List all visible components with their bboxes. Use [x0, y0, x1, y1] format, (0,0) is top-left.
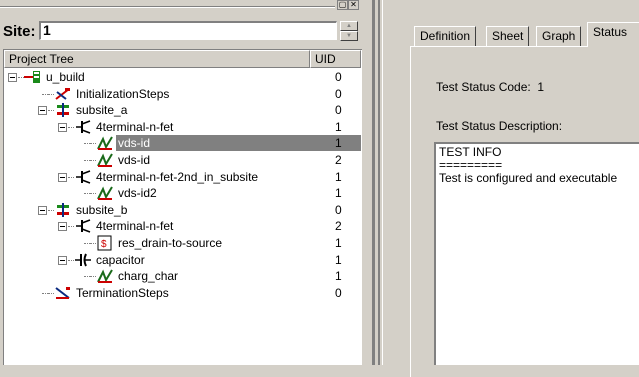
tree-row-uid: 0 [335, 286, 342, 300]
tree-row[interactable]: capacitor 1 [4, 252, 361, 269]
splitter-highlight [382, 0, 383, 365]
tree-row-label: 4terminal-n-fet [96, 219, 174, 233]
tree-row[interactable]: charg_char 1 [4, 268, 361, 285]
tree-row-label: 4terminal-n-fet-2nd_in_subsite [96, 170, 259, 184]
tree-row[interactable]: vds-id 1 [4, 135, 361, 152]
spin-up-icon[interactable]: ▲ [340, 21, 358, 31]
status-code-value: 1 [537, 80, 545, 94]
init-steps-icon [54, 86, 72, 103]
status-code: Test Status Code: 1 [436, 80, 544, 94]
collapse-toggle-icon[interactable] [38, 106, 47, 115]
tree-row[interactable]: 4terminal-n-fet 1 [4, 119, 361, 136]
site-label: Site: [3, 23, 36, 40]
collapse-toggle-icon[interactable] [58, 256, 67, 265]
status-code-label: Test Status Code: [436, 80, 531, 94]
tree-row-label: vds-id [118, 153, 151, 167]
test-icon: $ [96, 235, 114, 252]
tab-sheet[interactable]: Sheet [486, 26, 530, 46]
tree-row-label: u_build [46, 70, 85, 84]
tree-row-label: subsite_b [76, 203, 128, 217]
tree-row[interactable]: $ res_drain-to-source 1 [4, 235, 361, 252]
tree-row[interactable]: subsite_a 0 [4, 102, 361, 119]
graph-icon [96, 268, 114, 285]
tree-row-label: capacitor [96, 253, 145, 267]
graph-icon [96, 185, 114, 202]
transistor-icon [74, 119, 92, 136]
project-tree[interactable]: Project Tree UID u_build 0 InitializationS… [3, 49, 362, 365]
site-spinner[interactable]: ▲ ▼ [340, 21, 358, 41]
column-header-project-tree[interactable]: Project Tree [4, 50, 310, 68]
tree-row-uid: 1 [335, 253, 342, 267]
tree-row-label: 4terminal-n-fet [96, 120, 174, 134]
tree-row-label: subsite_a [76, 103, 128, 117]
tree-row[interactable]: InitializationSteps 0 [4, 86, 361, 103]
tree-row-label: TerminationSteps [76, 286, 169, 300]
transistor-icon [74, 169, 92, 186]
collapse-toggle-icon[interactable] [38, 206, 47, 215]
term-steps-icon [54, 285, 72, 302]
tree-row[interactable]: u_build 0 [4, 69, 361, 86]
tree-header: Project Tree UID [4, 50, 361, 68]
status-description-box[interactable]: TEST INFO ========= Test is configured a… [434, 142, 639, 365]
maximize-icon[interactable]: ▢ [337, 0, 348, 10]
collapse-toggle-icon[interactable] [58, 173, 67, 182]
tab-definition[interactable]: Definition [414, 26, 477, 46]
site-input[interactable]: 1 [39, 21, 337, 40]
tree-row-label: vds-id2 [118, 186, 157, 200]
splitter[interactable] [372, 0, 375, 365]
subsite-icon [54, 202, 72, 219]
status-description-label: Test Status Description: [436, 119, 563, 133]
left-pane: ▢ ✕ Site: 1 ▲ ▼ Project Tree UID u_build… [0, 0, 372, 365]
tree-row[interactable]: 4terminal-n-fet 2 [4, 218, 361, 235]
collapse-toggle-icon[interactable] [58, 222, 67, 231]
tree-row-label: res_drain-to-source [118, 236, 223, 250]
transistor-icon [74, 218, 92, 235]
splitter-edge [378, 0, 380, 365]
right-pane: Definition Sheet Graph Status Test Statu… [384, 0, 639, 377]
title-rule [0, 6, 335, 8]
build-icon [24, 69, 42, 86]
tab-graph[interactable]: Graph [536, 26, 582, 46]
tree-row[interactable]: vds-id2 1 [4, 185, 361, 202]
tree-row-uid: 1 [335, 269, 342, 283]
subsite-icon [54, 102, 72, 119]
column-header-uid[interactable]: UID [310, 50, 361, 68]
spin-down-icon[interactable]: ▼ [340, 31, 358, 41]
graph-icon [96, 135, 114, 152]
graph-icon [96, 152, 114, 169]
tree-row[interactable]: TerminationSteps 0 [4, 285, 361, 302]
tree-row-uid: 2 [335, 153, 342, 167]
tree-row-uid: 0 [335, 103, 342, 117]
tree-row-uid: 0 [335, 203, 342, 217]
tree-row-uid: 0 [335, 87, 342, 101]
tree-row[interactable]: vds-id 2 [4, 152, 361, 169]
tree-row-label: vds-id [116, 135, 361, 151]
tree-row-uid: 1 [335, 236, 342, 250]
tree-row-uid: 1 [335, 136, 342, 150]
tree-row-uid: 0 [335, 70, 342, 84]
close-icon[interactable]: ✕ [348, 0, 359, 10]
collapse-toggle-icon[interactable] [8, 73, 17, 82]
tree-row-label: InitializationSteps [76, 87, 170, 101]
tree-row-uid: 1 [335, 186, 342, 200]
tree-row-uid: 1 [335, 170, 342, 184]
collapse-toggle-icon[interactable] [58, 123, 67, 132]
tree-row[interactable]: subsite_b 0 [4, 202, 361, 219]
tree-row[interactable]: 4terminal-n-fet-2nd_in_subsite 1 [4, 169, 361, 186]
tab-status[interactable]: Status [587, 22, 639, 47]
capacitor-icon [74, 252, 92, 269]
tree-row-label: charg_char [118, 269, 179, 283]
tree-row-uid: 2 [335, 219, 342, 233]
svg-text:$: $ [101, 239, 107, 250]
tree-row-uid: 1 [335, 120, 342, 134]
